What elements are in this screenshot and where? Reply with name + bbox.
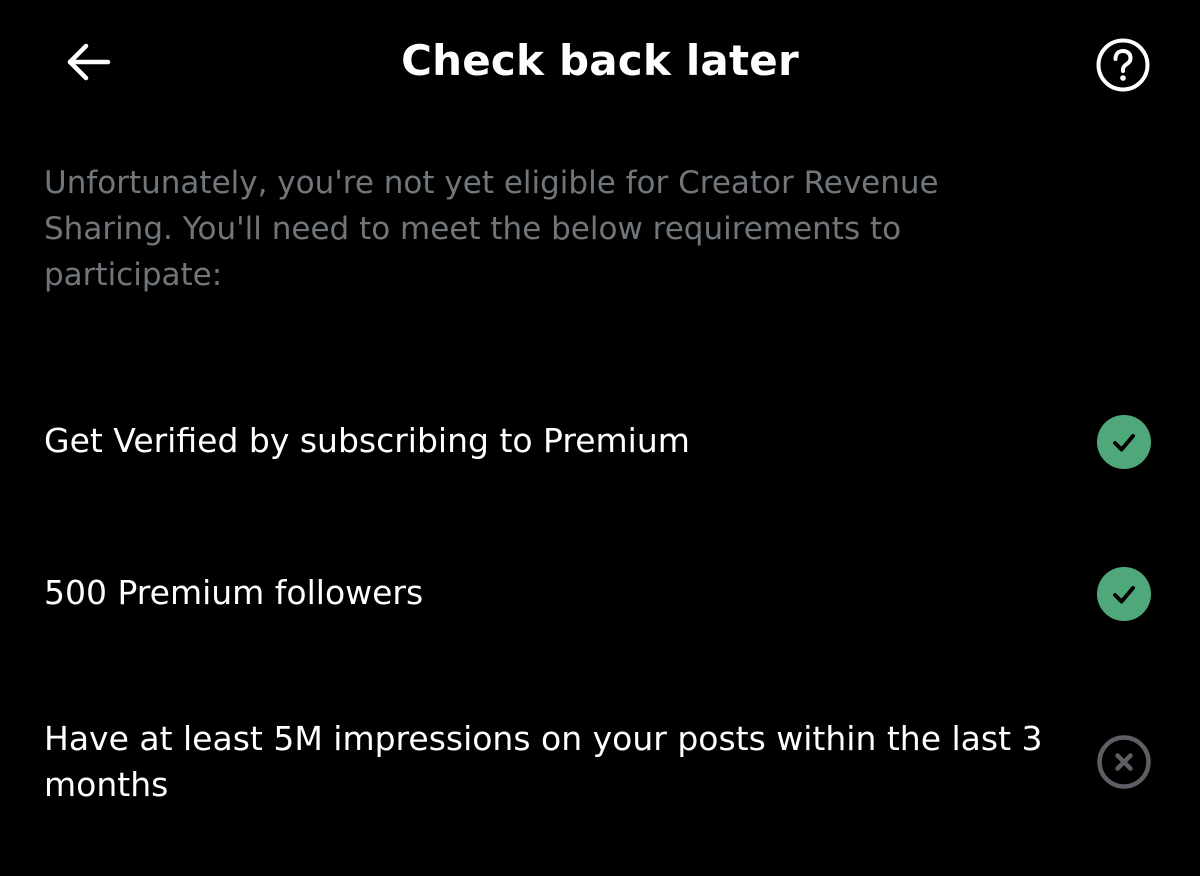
x-circle-icon — [1097, 735, 1151, 789]
help-button[interactable] — [1094, 36, 1152, 94]
requirement-label: 500 Premium followers — [44, 573, 424, 612]
check-circle-icon — [1097, 567, 1151, 621]
question-circle-icon — [1096, 38, 1150, 92]
requirement-label: Get Verified by subscribing to Premium — [44, 421, 690, 460]
page-title: Check back later — [401, 36, 799, 85]
check-circle-icon — [1097, 415, 1151, 469]
requirement-label: Have at least 5M impressions on your pos… — [44, 719, 1043, 804]
header: Check back later — [0, 0, 1200, 122]
eligibility-description: Unfortunately, you're not yet eligible f… — [44, 165, 939, 293]
